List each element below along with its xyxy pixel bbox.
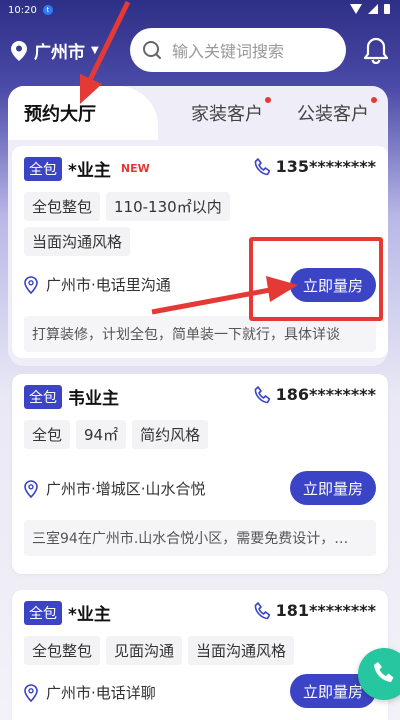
tag: 全包	[24, 420, 71, 449]
phone-number[interactable]: 135********	[254, 157, 376, 176]
notification-icon: t	[42, 5, 53, 15]
search-icon	[142, 40, 162, 60]
tab-booking-hall[interactable]: 预约大厅	[24, 100, 96, 126]
status-icons	[350, 4, 390, 14]
owner-name: *业主	[68, 161, 111, 181]
tab-commercial-clients[interactable]: 公装客户	[297, 97, 377, 126]
location-pin-icon	[24, 275, 38, 294]
description: 打算装修，计划全包，简单装一下就行，具体详谈	[24, 316, 376, 352]
signal-icon	[368, 4, 378, 14]
phone-icon	[254, 157, 270, 176]
tag: 110-130㎡以内	[106, 192, 230, 221]
owner-name: *业主	[68, 605, 111, 625]
phone-number[interactable]: 186********	[254, 385, 376, 404]
tab-label: 预约大厅	[24, 104, 96, 125]
tag-list: 全包 94㎡ 简约风格	[24, 420, 264, 449]
location-text: 广州市·电话详聊	[46, 684, 156, 702]
top-bar: 广州市 ▼ 输入关键词搜索	[0, 28, 400, 74]
search-input[interactable]: 输入关键词搜索	[130, 28, 346, 72]
bell-icon[interactable]	[363, 36, 389, 68]
client-card[interactable]: 全包 *业主 181******** 全包整包 见面沟通 当面沟通风格 广州市·…	[12, 590, 388, 720]
new-badge: NEW	[120, 162, 150, 175]
location-line: 广州市·增城区·山水合悦	[24, 478, 206, 499]
card-header: 全包 韦业主	[24, 384, 119, 409]
location-pin-icon	[24, 683, 38, 702]
client-card[interactable]: 全包 韦业主 186******** 全包 94㎡ 简约风格 广州市·增城区·山…	[12, 374, 388, 574]
search-placeholder: 输入关键词搜索	[172, 42, 285, 61]
tag-list: 全包整包 110-130㎡以内 当面沟通风格	[24, 192, 264, 256]
phone-text: 181********	[275, 601, 376, 620]
tag: 当面沟通风格	[24, 227, 131, 256]
location-line: 广州市·电话里沟通	[24, 274, 171, 295]
package-badge: 全包	[24, 384, 62, 409]
city-selector[interactable]: 广州市 ▼	[10, 38, 99, 63]
location-line: 广州市·电话详聊	[24, 682, 156, 703]
phone-text: 135********	[275, 157, 376, 176]
phone-icon	[254, 601, 270, 620]
chevron-down-icon: ▼	[91, 45, 99, 56]
location-pin-icon	[24, 479, 38, 498]
unread-dot	[371, 97, 377, 103]
location-text: 广州市·增城区·山水合悦	[46, 480, 206, 498]
tag: 94㎡	[76, 420, 127, 449]
description: 三室94在广州市.山水合悦小区，需要免费设计，…	[24, 520, 376, 556]
phone-icon	[372, 660, 396, 688]
tag: 全包整包	[24, 192, 101, 221]
tag: 当面沟通风格	[188, 636, 295, 665]
highlight-box	[249, 237, 383, 321]
tab-bar: 预约大厅 家装客户 公装客户	[8, 86, 388, 136]
phone-number[interactable]: 181********	[254, 601, 376, 620]
tag: 见面沟通	[106, 636, 183, 665]
tag-list: 全包整包 见面沟通 当面沟通风格	[24, 636, 354, 665]
city-label: 广州市	[34, 43, 85, 63]
status-time: 10:20	[8, 4, 37, 16]
location-text: 广州市·电话里沟通	[46, 276, 171, 294]
owner-name: 韦业主	[68, 389, 119, 409]
location-pin-icon	[10, 40, 28, 62]
wifi-icon	[350, 4, 362, 14]
tab-label: 家装客户	[191, 104, 263, 125]
package-badge: 全包	[24, 156, 62, 181]
phone-icon	[254, 385, 270, 404]
tag: 全包整包	[24, 636, 101, 665]
phone-text: 186********	[275, 385, 376, 404]
card-header: 全包 *业主	[24, 600, 111, 625]
measure-now-button[interactable]: 立即量房	[290, 471, 376, 505]
tag: 简约风格	[132, 420, 209, 449]
card-header: 全包 *业主 NEW	[24, 156, 150, 181]
package-badge: 全包	[24, 600, 62, 625]
tab-home-decor-clients[interactable]: 家装客户	[191, 97, 271, 126]
battery-icon	[384, 4, 390, 14]
tab-label: 公装客户	[297, 104, 369, 125]
unread-dot	[265, 97, 271, 103]
status-bar: 10:20 t	[0, 0, 400, 20]
